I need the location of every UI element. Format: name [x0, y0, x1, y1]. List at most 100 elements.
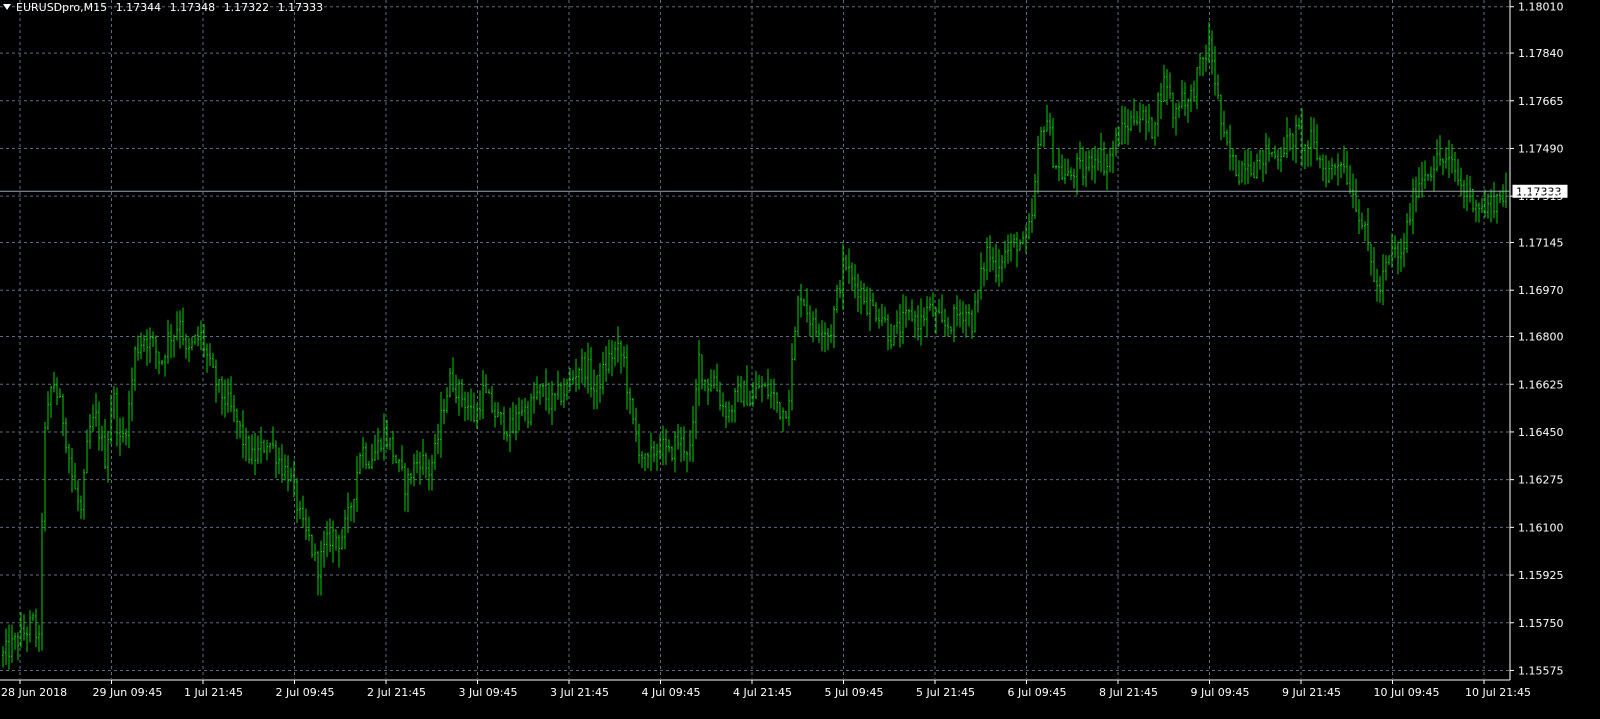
ohlc-bar [146, 329, 148, 366]
ohlc-bar [563, 378, 565, 409]
ohlc-bar [878, 308, 880, 329]
ohlc-bar [1217, 74, 1219, 100]
price-chart[interactable]: 1.17333 1.18010 1.17840 1.17665 1.17490 1.17… [0, 0, 1600, 719]
ohlc-bar [491, 385, 493, 414]
ohlc-bar [908, 309, 910, 321]
ohlc-bar [1055, 165, 1057, 170]
ohlc-bar [992, 247, 994, 271]
ohlc-bar [1268, 137, 1270, 162]
ohlc-bar [1100, 132, 1102, 173]
ohlc-bar [1439, 135, 1441, 167]
ohlc-bar [1121, 105, 1123, 145]
ohlc-bar [1316, 124, 1318, 161]
ohlc-bar [1340, 161, 1342, 179]
y-tick-label: 1.17315 [1518, 190, 1564, 203]
ohlc-bar [1343, 145, 1345, 174]
ohlc-bar [1358, 199, 1360, 234]
ohlc-bar [887, 313, 889, 351]
ohlc-bar [1109, 147, 1111, 173]
chart-window[interactable]: 1.17333 1.18010 1.17840 1.17665 1.17490 1.17… [0, 0, 1600, 719]
ohlc-bar [494, 402, 496, 428]
ohlc-bar [932, 292, 934, 317]
ohlc-bar [1229, 124, 1231, 171]
ohlc-bar [1478, 202, 1480, 223]
x-tick-label: 4 Jul 21:45 [733, 686, 792, 699]
ohlc-bar [854, 264, 856, 299]
ohlc-bar [755, 370, 757, 399]
ohlc-bar [1394, 235, 1396, 258]
dropdown-triangle-icon[interactable] [3, 4, 11, 10]
ohlc-bar [587, 342, 589, 394]
ohlc-bar [1007, 234, 1009, 264]
ohlc-bar [1211, 30, 1213, 75]
ohlc-bar [1295, 115, 1297, 164]
ohlc-bar [416, 450, 418, 474]
ohlc-bar [26, 626, 28, 652]
ohlc-bar [1085, 151, 1087, 187]
ohlc-bar [299, 500, 301, 520]
ohlc-bar [839, 280, 841, 299]
ohlc-bar [275, 440, 277, 479]
ohlc-bar [518, 397, 520, 431]
ohlc-bar [281, 444, 283, 483]
ohlc-bar [35, 608, 37, 648]
ohlc-bar [608, 339, 610, 374]
ohlc-bar [824, 322, 826, 353]
ohlc-bar [104, 418, 106, 469]
ohlc-bar [773, 378, 775, 411]
x-tick-label: 9 Jul 21:45 [1282, 686, 1341, 699]
ohlc-bar [80, 495, 82, 519]
ohlc-bar [1376, 268, 1378, 302]
ohlc-bar [53, 371, 55, 393]
ohlc-bar [986, 237, 988, 281]
ohlc-bar [83, 469, 85, 520]
y-tick-label: 1.15925 [1518, 569, 1564, 582]
ohlc-bar [269, 442, 271, 453]
ohlc-bar [590, 347, 592, 398]
ohlc-bar [152, 331, 154, 348]
ohlc-bar [296, 478, 298, 523]
ohlc-bar [398, 458, 400, 473]
ohlc-bar [374, 434, 376, 461]
x-tick-label: 4 Jul 09:45 [642, 686, 701, 699]
ohlc-bar [470, 388, 472, 422]
ohlc-bar [545, 368, 547, 411]
ohlc-bar [1040, 126, 1042, 147]
ohlc-bar [1364, 221, 1366, 242]
ohlc-bar [542, 382, 544, 397]
ohlc-bar [437, 423, 439, 455]
ohlc-bar [251, 434, 253, 465]
y-tick-label: 1.17840 [1518, 47, 1564, 60]
ohlc-bar [380, 438, 382, 453]
ohlc-bar [1154, 121, 1156, 146]
ohlc-bar [1325, 155, 1327, 188]
ohlc-bar [989, 235, 991, 273]
ohlc-bar [1172, 92, 1174, 129]
ohlc-bar [329, 518, 331, 553]
ohlc-bar [971, 309, 973, 339]
ohlc-bar [182, 307, 184, 346]
ohlc-bar [155, 335, 157, 369]
ohlc-bar [965, 304, 967, 338]
ohlc-bar [782, 407, 784, 432]
ohlc-bar [1220, 94, 1222, 141]
ohlc-bar [599, 363, 601, 403]
ohlc-bar [641, 451, 643, 469]
ohlc-bar [1496, 193, 1498, 224]
ohlc-bar [185, 333, 187, 359]
ohlc-bar [1430, 166, 1432, 182]
ohlc-bar [617, 326, 619, 363]
y-tick-label: 1.17490 [1518, 142, 1564, 155]
ohlc-bar [551, 381, 553, 426]
ohlc-bar [1079, 141, 1081, 169]
ohlc-bar [341, 528, 343, 550]
ohlc-bar [1238, 160, 1240, 185]
ohlc-bar [677, 424, 679, 450]
ohlc-bar [698, 340, 700, 406]
ohlc-bar [1457, 158, 1459, 186]
y-tick-label: 1.16100 [1518, 521, 1564, 534]
ohlc-bar [944, 308, 946, 337]
ohlc-bar [389, 437, 391, 451]
ohlc-bar [200, 320, 202, 351]
ohlc-bar [107, 430, 109, 483]
